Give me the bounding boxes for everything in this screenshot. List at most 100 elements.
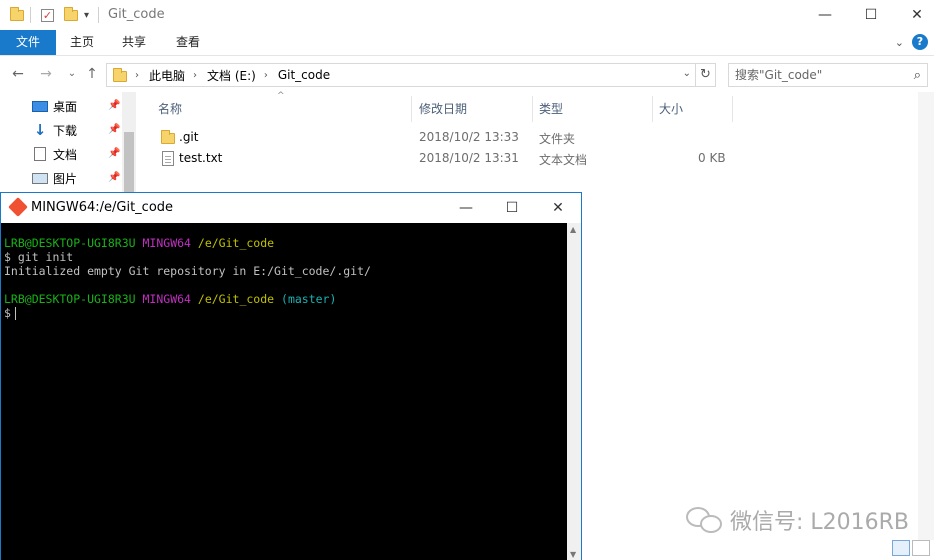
up-arrow-icon[interactable]: ↑	[82, 64, 102, 84]
column-header-size[interactable]: 大小	[653, 96, 733, 122]
close-button[interactable]: ✕	[894, 0, 934, 30]
prompt-user: LRB@DESKTOP-UGI8R3U	[4, 292, 136, 306]
prompt-path: /e/Git_code	[197, 292, 275, 306]
sidebar-item-label: 桌面	[53, 99, 78, 114]
prompt-env: MINGW64	[142, 236, 191, 250]
file-type: 文本文档	[539, 153, 588, 167]
terminal-titlebar[interactable]: MINGW64:/e/Git_code — ☐ ✕	[1, 193, 581, 223]
tab-home[interactable]: 主页	[62, 30, 102, 55]
customize-toolbar-chevron-icon[interactable]: ▾	[84, 6, 89, 24]
breadcrumb-chevron-icon[interactable]: ›	[264, 70, 268, 81]
recent-locations-chevron-icon[interactable]: ⌄	[62, 64, 82, 84]
terminal-scrollbar[interactable]: ▲ ▼	[567, 223, 581, 560]
title-separator	[98, 6, 99, 24]
scrollbar-thumb[interactable]	[124, 132, 134, 192]
window-title: Git_code	[108, 7, 165, 22]
ribbon-right-controls: ⌄ ?	[895, 34, 928, 50]
explorer-titlebar: ✓ ▾ Git_code — ☐ ✕	[0, 0, 934, 30]
forward-arrow-icon[interactable]: →	[36, 64, 56, 84]
watermark-text: 微信号: L2016RB	[730, 510, 910, 535]
navigation-pane-scrollbar[interactable]	[122, 92, 136, 192]
large-icons-view-icon[interactable]	[912, 540, 930, 556]
navigation-bar: ← → ⌄ ↑ › 此电脑 › 文档 (E:) › Git_code ⌄ ↻ 搜…	[0, 56, 934, 92]
pin-icon[interactable]: 📌	[108, 172, 120, 183]
address-dropdown-chevron-icon[interactable]: ⌄	[683, 68, 691, 79]
document-icon	[34, 147, 46, 161]
tab-file[interactable]: 文件	[0, 30, 56, 55]
output-line: Initialized empty Git repository in E:/G…	[4, 264, 371, 278]
back-arrow-icon[interactable]: ←	[8, 64, 28, 84]
view-toggle-buttons	[892, 540, 930, 556]
column-header-type[interactable]: 类型	[533, 96, 653, 122]
breadcrumb-this-pc[interactable]: 此电脑	[149, 67, 185, 84]
tab-share[interactable]: 共享	[114, 30, 154, 55]
refresh-icon[interactable]: ↻	[696, 63, 716, 87]
prompt-symbol: $	[4, 306, 11, 320]
details-view-icon[interactable]	[892, 540, 910, 556]
address-bar[interactable]: › 此电脑 › 文档 (E:) › Git_code ⌄	[106, 63, 696, 87]
download-icon: ↓	[33, 121, 47, 139]
address-folder-icon	[113, 68, 127, 82]
file-name: test.txt	[179, 151, 223, 165]
sidebar-item-label: 下载	[53, 123, 78, 138]
wechat-logo-icon	[686, 505, 724, 535]
search-input[interactable]: 搜索"Git_code" ⌕	[728, 63, 928, 87]
prompt-branch: (master)	[281, 292, 337, 306]
ribbon: 文件 主页 共享 查看 ⌄ ?	[0, 30, 934, 56]
desktop-icon	[32, 100, 48, 112]
folder-icon	[161, 130, 175, 144]
quick-access-folder-icon[interactable]	[10, 6, 24, 24]
help-icon[interactable]: ?	[912, 34, 928, 50]
watermark: 微信号: L2016RB	[686, 504, 909, 536]
breadcrumb-documents-drive[interactable]: 文档 (E:)	[207, 67, 256, 84]
expand-ribbon-chevron-icon[interactable]: ⌄	[895, 36, 904, 49]
terminal-maximize-button[interactable]: ☐	[489, 193, 535, 223]
text-cursor	[14, 307, 16, 320]
breadcrumb-chevron-icon[interactable]: ›	[193, 70, 197, 81]
prompt-line: LRB@DESKTOP-UGI8R3U MINGW64 /e/Git_code	[4, 236, 567, 250]
file-type: 文件夹	[539, 132, 576, 146]
sidebar-item-label: 图片	[53, 171, 78, 186]
file-row[interactable]: .git 2018/10/2 13:33 文件夹	[150, 128, 740, 148]
file-size: 0 KB	[698, 151, 726, 165]
file-name: .git	[179, 130, 199, 144]
maximize-button[interactable]: ☐	[848, 0, 894, 30]
sidebar-item-downloads[interactable]: ↓ 下载	[32, 119, 77, 141]
prompt-user: LRB@DESKTOP-UGI8R3U	[4, 236, 136, 250]
breadcrumb-chevron-icon[interactable]: ›	[135, 70, 139, 81]
picture-icon	[32, 172, 48, 184]
command-line: $ git init	[4, 250, 74, 264]
properties-check-icon[interactable]: ✓	[41, 6, 54, 24]
terminal-minimize-button[interactable]: —	[443, 193, 489, 223]
terminal-close-button[interactable]: ✕	[535, 193, 581, 223]
pin-icon[interactable]: 📌	[108, 124, 120, 135]
input-line[interactable]: $	[4, 306, 567, 320]
sidebar-item-pictures[interactable]: 图片	[32, 167, 77, 189]
new-folder-icon[interactable]	[64, 6, 78, 24]
file-row[interactable]: test.txt 2018/10/2 13:31 文本文档 0 KB	[150, 149, 740, 169]
breadcrumb-git-code[interactable]: Git_code	[278, 68, 330, 82]
search-icon[interactable]: ⌕	[914, 65, 921, 87]
quick-access-separator	[30, 6, 31, 24]
prompt-line: LRB@DESKTOP-UGI8R3U MINGW64 /e/Git_code …	[4, 292, 567, 306]
search-placeholder: 搜索"Git_code"	[735, 68, 823, 82]
terminal-title: MINGW64:/e/Git_code	[31, 200, 174, 215]
text-file-icon	[162, 151, 174, 166]
sidebar-item-documents[interactable]: 文档	[32, 143, 77, 165]
minimize-button[interactable]: —	[802, 0, 848, 30]
terminal-window[interactable]: MINGW64:/e/Git_code — ☐ ✕ LRB@DESKTOP-UG…	[0, 192, 582, 560]
explorer-scrollbar[interactable]	[918, 92, 934, 540]
tab-view[interactable]: 查看	[168, 30, 208, 55]
pin-icon[interactable]: 📌	[108, 148, 120, 159]
terminal-output[interactable]: LRB@DESKTOP-UGI8R3U MINGW64 /e/Git_code …	[1, 223, 567, 560]
scroll-up-icon[interactable]: ▲	[570, 225, 576, 234]
git-logo-icon	[8, 197, 28, 217]
scroll-down-icon[interactable]: ▼	[570, 550, 576, 559]
prompt-env: MINGW64	[142, 292, 191, 306]
column-header-name[interactable]: 名称	[152, 96, 412, 122]
prompt-path: /e/Git_code	[197, 236, 275, 250]
pin-icon[interactable]: 📌	[108, 100, 120, 111]
column-header-modified[interactable]: 修改日期	[413, 96, 533, 122]
sidebar-item-desktop[interactable]: 桌面	[32, 95, 77, 117]
